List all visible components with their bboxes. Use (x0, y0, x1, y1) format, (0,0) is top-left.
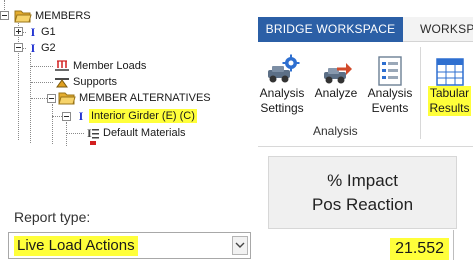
tree-connector (18, 20, 19, 140)
collapse-toggle[interactable] (14, 43, 23, 52)
button-label: Analysis (367, 86, 413, 100)
report-type-dropdown[interactable]: Live Load Actions (8, 232, 251, 259)
folder-open-icon (14, 10, 32, 23)
tree-node-partial[interactable] (86, 141, 100, 148)
ribbon-bottom-border (258, 146, 473, 147)
cell-border (453, 230, 454, 260)
tree-connector (66, 122, 67, 146)
tree-node-supports[interactable]: Supports (54, 74, 117, 90)
folder-open-icon (58, 92, 76, 105)
tree-node-default-materials[interactable]: I Default Materials (86, 125, 186, 141)
button-label: Tabular (429, 86, 470, 100)
tree-node-label: G1 (41, 26, 56, 38)
button-label: Events (371, 101, 409, 115)
tree-node-member-alternatives[interactable]: MEMBER ALTERNATIVES (58, 90, 211, 106)
project-tree: MEMBERS I G1 I G2 Member Loads Supports (0, 0, 250, 148)
impact-value: 21.552 (390, 238, 449, 260)
ribbon-group-label: Analysis (313, 124, 358, 138)
analysis-settings-button[interactable]: Analysis Settings (258, 50, 306, 116)
tree-node-label: Supports (73, 76, 118, 88)
tree-node-g2[interactable]: I G2 (28, 40, 56, 56)
button-label: Results (429, 101, 470, 115)
tree-node-member-loads[interactable]: Member Loads (54, 58, 146, 74)
tree-node-label: Default Materials (103, 127, 186, 139)
report-type-selected-value: Live Load Actions (14, 236, 138, 256)
button-label: Analysis (259, 86, 305, 100)
tree-node-label: MEMBERS (35, 10, 91, 22)
impact-column-header[interactable]: % Impact Pos Reaction (268, 156, 457, 229)
tree-node-label: G2 (41, 42, 56, 54)
svg-text:I: I (87, 126, 92, 140)
table-icon (435, 58, 464, 86)
chevron-down-icon (235, 242, 245, 248)
collapse-toggle[interactable] (0, 11, 9, 20)
tree-node-label: MEMBER ALTERNATIVES (79, 92, 211, 104)
analyze-button[interactable]: Analyze (312, 50, 360, 101)
tree-connector (31, 82, 53, 83)
expand-toggle[interactable] (14, 27, 23, 36)
member-loads-icon (55, 60, 69, 71)
member-i-beam-icon: I (30, 40, 36, 55)
analysis-events-button[interactable]: Analysis Events (366, 50, 414, 116)
tree-node-label: Member Loads (73, 60, 147, 72)
analysis-settings-icon (268, 54, 300, 83)
button-label: Settings (260, 101, 304, 115)
analysis-events-icon (378, 56, 402, 86)
ribbon: BRIDGE WORKSPACE WORKSPA Analysis Settin… (258, 17, 473, 149)
ribbon-tab-bar: BRIDGE WORKSPACE WORKSPA (258, 17, 473, 42)
tab-workspace[interactable]: WORKSPA (420, 17, 473, 42)
tree-node-g1[interactable]: I G1 (28, 24, 56, 40)
impact-value-cell[interactable]: 21.552 (268, 230, 457, 260)
report-type-label: Report type: (14, 209, 91, 225)
analyze-icon (324, 63, 352, 84)
ribbon-group-separator (420, 47, 421, 139)
node-icon (90, 141, 96, 145)
header-line: Pos Reaction (311, 195, 414, 214)
button-label: Analyze (314, 86, 358, 100)
supports-icon (55, 78, 69, 88)
tab-bridge-workspace[interactable]: BRIDGE WORKSPACE (258, 17, 403, 42)
tabular-results-button[interactable]: Tabular Results (426, 50, 473, 116)
tree-connector (52, 104, 53, 144)
collapse-toggle[interactable] (47, 94, 56, 103)
member-i-beam-icon: I (78, 108, 84, 123)
tree-node-members[interactable]: MEMBERS (14, 8, 91, 24)
member-i-beam-icon: I (30, 24, 36, 39)
materials-icon: I (87, 126, 99, 140)
dropdown-button[interactable] (232, 236, 248, 255)
tree-connector (66, 133, 84, 134)
tree-node-interior-girder[interactable]: I Interior Girder (E) (C) (76, 108, 197, 124)
header-line: % Impact (327, 171, 398, 190)
tabular-results-label: Tabular Results (428, 86, 471, 116)
tree-node-label: Interior Girder (E) (C) (89, 109, 197, 123)
tree-connector (31, 66, 53, 67)
collapse-toggle[interactable] (62, 112, 71, 121)
